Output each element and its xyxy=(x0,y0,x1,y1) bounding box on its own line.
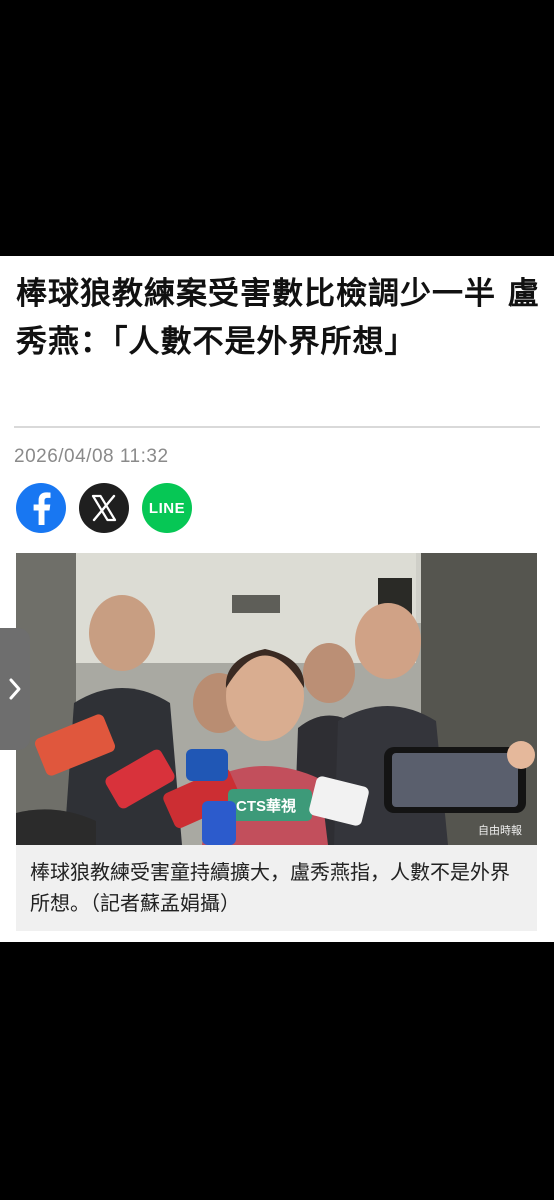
share-facebook-button[interactable] xyxy=(16,483,66,533)
headline-divider xyxy=(14,426,540,428)
article-headline: 棒球狼教練案受害數比檢調少一半 盧秀燕：「人數不是外界所想」 xyxy=(16,276,540,360)
article-photo[interactable]: CTS華視 自由時報 xyxy=(16,553,537,845)
svg-text:自由時報: 自由時報 xyxy=(478,823,522,837)
photo-caption-box: 棒球狼教練受害童持續擴大，盧秀燕指，人數不是外界所想。（記者蘇孟娟攝） xyxy=(16,845,537,931)
photo-caption: 棒球狼教練受害童持續擴大，盧秀燕指，人數不是外界所想。（記者蘇孟娟攝） xyxy=(30,860,510,915)
chevron-right-icon xyxy=(9,678,21,700)
side-panel-handle[interactable] xyxy=(0,628,30,750)
share-x-button[interactable] xyxy=(79,483,129,533)
facebook-icon xyxy=(33,492,51,525)
press-conference-photo: CTS華視 自由時報 xyxy=(16,553,537,845)
news-article: 棒球狼教練案受害數比檢調少一半 盧秀燕：「人數不是外界所想」 2026/04/0… xyxy=(0,256,554,942)
share-line-button[interactable]: LINE xyxy=(142,483,192,533)
line-label: LINE xyxy=(148,499,186,517)
article-timestamp: 2026/04/08 11:32 xyxy=(14,446,169,467)
svg-text:CTS華視: CTS華視 xyxy=(236,797,296,815)
share-buttons: LINE xyxy=(16,483,192,535)
x-icon xyxy=(91,494,117,522)
